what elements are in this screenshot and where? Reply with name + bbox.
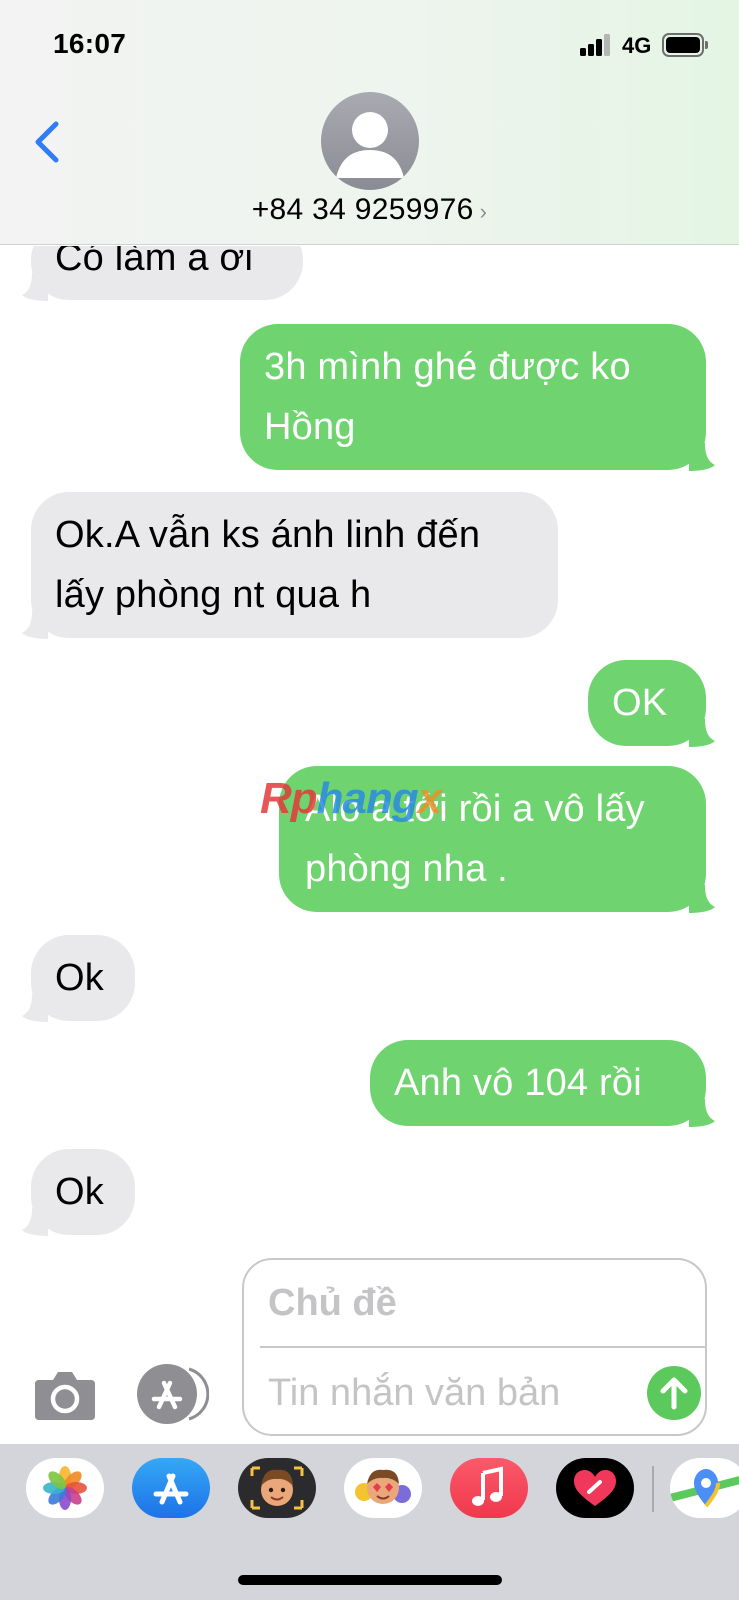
message-bubble-incoming[interactable]: Ok.A vẫn ks ánh linh đến lấy phòng nt qu… <box>22 492 558 639</box>
message-text: OK <box>612 682 668 724</box>
photos-icon <box>43 1466 87 1510</box>
network-type: 4G <box>622 33 652 58</box>
bubble-tail <box>689 885 715 913</box>
digital-touch-icon <box>574 1470 616 1506</box>
contact-avatar[interactable] <box>321 92 419 190</box>
contact-name: +84 34 9259976 <box>251 193 474 226</box>
music-icon <box>472 1466 503 1506</box>
memoji-camera-app-button[interactable] <box>238 1458 316 1518</box>
battery-icon <box>662 33 708 57</box>
maps-app-button[interactable] <box>670 1458 739 1518</box>
message-thread[interactable]: Có làm a ơi 3h mình ghé được ko Hồng Ok.… <box>0 246 739 1248</box>
message-bubble-outgoing[interactable]: OK <box>588 660 715 747</box>
message-bubble-incoming[interactable]: Có làm a ơi <box>22 246 303 301</box>
message-bubble-incoming[interactable]: Ok <box>22 935 135 1022</box>
camera-icon <box>35 1372 95 1420</box>
memoji-stickers-app-button[interactable] <box>344 1458 422 1518</box>
bubble-tail <box>22 1208 48 1236</box>
imessage-app-drawer <box>0 1444 739 1600</box>
bubble-tail <box>22 611 48 639</box>
bubble-tail <box>22 273 48 301</box>
subject-field[interactable] <box>268 1274 688 1332</box>
app-store-app-button[interactable] <box>132 1458 210 1518</box>
status-bar: 16:07 4G <box>0 0 739 90</box>
message-bubble-incoming[interactable]: Ok <box>22 1149 135 1236</box>
message-bubble-outgoing[interactable]: Alo a tới rồi a vô lấy phòng nha . <box>279 766 715 913</box>
cellular-signal-icon <box>580 34 614 56</box>
status-time: 16:07 <box>53 28 127 59</box>
message-bubble-outgoing[interactable]: 3h mình ghé được ko Hồng <box>240 324 715 471</box>
message-text: Ok.A vẫn ks ánh linh đến lấy phòng nt qu… <box>55 514 481 616</box>
app-store-icon <box>153 1473 189 1505</box>
arrow-up-icon <box>660 1377 688 1410</box>
message-text: Anh vô 104 rồi <box>394 1062 642 1104</box>
apps-button[interactable] <box>137 1363 210 1425</box>
send-button[interactable] <box>647 1366 701 1420</box>
message-input-box <box>242 1258 707 1436</box>
photos-app-button[interactable] <box>26 1458 104 1518</box>
message-text: Ok <box>55 1171 104 1213</box>
message-composer <box>0 1248 739 1444</box>
person-silhouette-icon <box>336 112 404 178</box>
message-text-field[interactable] <box>268 1364 628 1422</box>
memoji-stickers-icon <box>355 1469 411 1504</box>
contact-name-button[interactable]: +84 34 9259976 › <box>0 193 739 227</box>
bubble-tail <box>689 1099 715 1127</box>
drawer-separator <box>652 1466 654 1512</box>
maps-icon <box>670 1469 739 1508</box>
field-divider <box>260 1346 705 1348</box>
music-app-button[interactable] <box>450 1458 528 1518</box>
bubble-tail <box>689 443 715 471</box>
bubble-tail <box>22 994 48 1022</box>
chevron-right-icon: › <box>479 199 488 224</box>
digital-touch-app-button[interactable] <box>556 1458 634 1518</box>
message-text: 3h mình ghé được ko Hồng <box>264 346 631 448</box>
chevron-left-icon <box>35 121 59 163</box>
message-text: Có làm a ơi <box>55 246 254 279</box>
message-text: Alo a tới rồi a vô lấy phòng nha . <box>305 788 645 890</box>
bubble-tail <box>689 719 715 747</box>
memoji-camera-icon <box>250 1466 304 1510</box>
message-bubble-outgoing[interactable]: Anh vô 104 rồi <box>370 1040 715 1127</box>
back-button[interactable] <box>28 118 68 166</box>
camera-button[interactable] <box>33 1368 97 1422</box>
conversation-header: 16:07 4G +84 34 9259976 › <box>0 0 739 245</box>
message-text: Ok <box>55 957 104 999</box>
app-store-icon <box>137 1364 210 1424</box>
home-indicator[interactable] <box>238 1575 502 1585</box>
